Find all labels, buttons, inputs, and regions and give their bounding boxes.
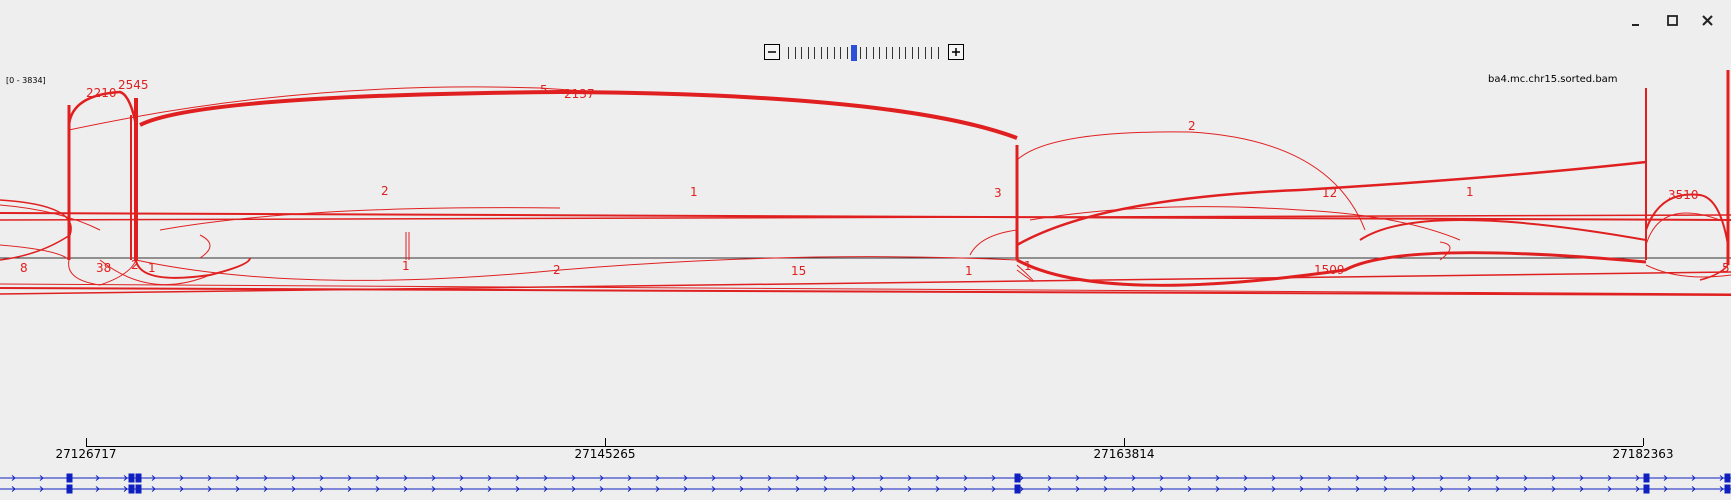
exon-block [128, 484, 135, 494]
exon-block [1014, 484, 1021, 494]
junction-label: 1 [965, 264, 973, 278]
junction-arc [0, 199, 72, 261]
zoom-level-tick[interactable] [827, 47, 828, 59]
ruler-label: 27182363 [1612, 447, 1674, 461]
zoom-level-tick[interactable] [866, 47, 867, 59]
junction-arc [1439, 241, 1451, 261]
zoom-level-tick[interactable] [859, 47, 861, 59]
zoom-level-tick[interactable] [788, 47, 789, 59]
minimize-icon[interactable] [1625, 10, 1647, 32]
junction-arc [1016, 131, 1366, 231]
zoom-level-tick[interactable] [820, 47, 822, 59]
junction-arc [1029, 206, 1461, 241]
junction-arc [1645, 212, 1721, 246]
zoom-level-tick[interactable] [931, 47, 932, 59]
genomic-ruler: 27126717 27145265 27163814 27182363 [0, 438, 1731, 462]
ruler-tick [86, 438, 87, 446]
zoom-in-icon[interactable] [948, 44, 964, 60]
junction-label: 3510 [1668, 188, 1699, 202]
junction-label: 38 [96, 261, 111, 275]
junction-label: 2 [131, 258, 139, 272]
ruler-line [86, 446, 1643, 447]
zoom-level-tick[interactable] [898, 47, 900, 59]
exon-block [135, 473, 142, 483]
junction-label: 3 [994, 186, 1002, 200]
junction-label: 1 [1024, 259, 1032, 273]
ruler-tick [1643, 438, 1644, 446]
junction-label: 1 [1466, 185, 1474, 199]
zoom-level-tick[interactable] [918, 47, 919, 59]
junction-label: 12 [1322, 186, 1337, 200]
junction-arc [199, 234, 211, 259]
exon-block [66, 484, 73, 494]
exon-block [1014, 473, 1021, 483]
gene-track[interactable] [0, 470, 1731, 500]
zoom-level-tick[interactable] [814, 47, 815, 59]
zoom-level-tick[interactable] [833, 47, 835, 59]
zoom-out-icon[interactable] [764, 44, 780, 60]
ruler-tick [1124, 438, 1125, 446]
zoom-level-tick[interactable] [911, 47, 913, 59]
exon-block [1724, 473, 1731, 483]
junction-arc [1016, 160, 1647, 247]
exon-block [1643, 484, 1650, 494]
junction-label: 1 [690, 185, 698, 199]
junction-label: 5 [540, 83, 548, 97]
ruler-label: 27126717 [55, 447, 117, 461]
zoom-level-tick[interactable] [924, 47, 926, 59]
zoom-level-tick[interactable] [885, 47, 887, 59]
junction-arc [1645, 264, 1731, 278]
junction-label: 2137 [564, 87, 595, 101]
zoom-level-tick[interactable] [807, 47, 809, 59]
junction-label: 1 [402, 259, 410, 273]
junction-label: 2210 [86, 86, 117, 100]
junction-label: 2545 [118, 78, 149, 92]
zoom-level-tick[interactable] [801, 47, 802, 59]
close-icon[interactable] [1697, 10, 1719, 32]
zoom-level-selected[interactable] [851, 45, 857, 61]
ruler-label: 27145265 [574, 447, 636, 461]
exon-block [128, 473, 135, 483]
zoom-level-tick[interactable] [892, 47, 893, 59]
junction-label: 1 [148, 261, 156, 275]
title-bar [0, 0, 1731, 40]
zoom-level-tick[interactable] [905, 47, 906, 59]
junction-label: 15 [791, 264, 806, 278]
zoom-level-tick[interactable] [879, 47, 880, 59]
ruler-label: 27163814 [1093, 447, 1155, 461]
junction-label: 2 [381, 184, 389, 198]
junction-arc [969, 229, 1018, 256]
junction-label: 1509 [1314, 263, 1345, 277]
junction-label: 2 [553, 263, 561, 277]
exon-block [1724, 484, 1731, 494]
zoom-level-tick[interactable] [872, 47, 874, 59]
zoom-level-tick[interactable] [794, 47, 796, 59]
junction-label: 2 [1188, 119, 1196, 133]
zoom-level-tick[interactable] [937, 47, 939, 59]
zoom-slider[interactable] [788, 45, 944, 61]
junction-arc [135, 256, 1018, 281]
ruler-tick [605, 438, 606, 446]
exon-block [135, 484, 142, 494]
junction-label: 5 [1722, 261, 1730, 275]
exon-block [66, 473, 73, 483]
junction-track: 2210 2545 5 2137 2 2 1 3 12 1 3510 8 38 … [0, 70, 1731, 296]
maximize-icon[interactable] [1662, 10, 1684, 32]
exon-block [1643, 473, 1650, 483]
zoom-control [760, 42, 970, 64]
zoom-level-tick[interactable] [846, 47, 848, 59]
zoom-level-tick[interactable] [840, 47, 841, 59]
junction-label: 8 [20, 261, 28, 275]
